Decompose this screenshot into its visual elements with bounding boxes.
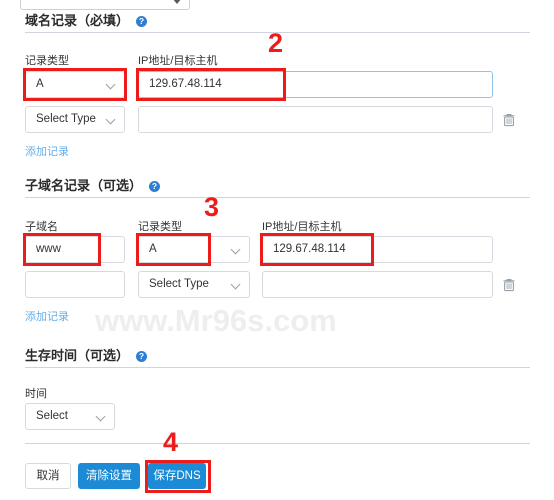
section-divider-4 xyxy=(25,443,530,444)
add-record-link-2[interactable]: 添加记录 xyxy=(25,308,69,324)
label-subdomain: 子域名 xyxy=(25,221,58,233)
help-icon[interactable]: ? xyxy=(149,181,161,192)
add-record-link-1[interactable]: 添加记录 xyxy=(25,143,69,159)
trash-icon[interactable] xyxy=(501,277,517,293)
section-title-subdomain-records: 子域名记录（可选）? xyxy=(25,175,161,194)
label-ip-host-1: IP地址/目标主机 xyxy=(138,55,218,67)
top-partial-select[interactable] xyxy=(20,0,190,10)
section-divider-3 xyxy=(25,367,530,368)
subdomain-ip-host-input-1[interactable]: 129.67.48.114 xyxy=(262,236,493,263)
subdomain-input-2[interactable] xyxy=(25,271,125,298)
subdomain-record-type-select-1[interactable]: A xyxy=(138,236,250,263)
domain-record-type-select-1[interactable]: A xyxy=(25,71,125,98)
annotation-number-4: 4 xyxy=(163,427,179,457)
chevron-down-icon xyxy=(232,281,240,289)
section-title-ttl: 生存时间（可选）? xyxy=(25,345,148,364)
domain-record-type-select-2[interactable]: Select Type xyxy=(25,106,125,133)
save-dns-button[interactable]: 保存DNS xyxy=(148,463,206,489)
domain-ip-host-input-2[interactable] xyxy=(138,106,493,133)
section-title-domain-records: 域名记录（必填）? xyxy=(25,10,148,29)
cancel-button[interactable]: 取消 xyxy=(25,463,71,489)
help-icon[interactable]: ? xyxy=(136,351,148,362)
label-record-type-2: 记录类型 xyxy=(138,221,182,233)
subdomain-input-1[interactable]: www xyxy=(25,236,125,263)
chevron-down-icon xyxy=(232,246,240,254)
label-ttl-time: 时间 xyxy=(25,388,47,400)
chevron-down-icon xyxy=(97,413,105,421)
domain-ip-host-input-1[interactable]: 129.67.48.114 xyxy=(138,71,493,98)
annotation-number-2: 2 xyxy=(268,28,284,58)
help-icon[interactable]: ? xyxy=(136,16,148,27)
chevron-down-icon xyxy=(172,0,182,4)
label-record-type-1: 记录类型 xyxy=(25,55,69,67)
section-divider-2 xyxy=(25,197,530,198)
label-ip-host-2: IP地址/目标主机 xyxy=(262,221,342,233)
ttl-select[interactable]: Select xyxy=(25,403,115,430)
trash-icon[interactable] xyxy=(501,112,517,128)
chevron-down-icon xyxy=(107,81,115,89)
chevron-down-icon xyxy=(107,116,115,124)
clear-settings-button[interactable]: 清除设置 xyxy=(78,463,140,489)
annotation-number-3: 3 xyxy=(204,192,220,222)
watermark: www.Mr96s.com xyxy=(95,303,337,338)
subdomain-ip-host-input-2[interactable] xyxy=(262,271,493,298)
dns-settings-page: www.Mr96s.com 域名记录（必填）? 记录类型 IP地址/目标主机 A… xyxy=(0,0,554,500)
subdomain-record-type-select-2[interactable]: Select Type xyxy=(138,271,250,298)
